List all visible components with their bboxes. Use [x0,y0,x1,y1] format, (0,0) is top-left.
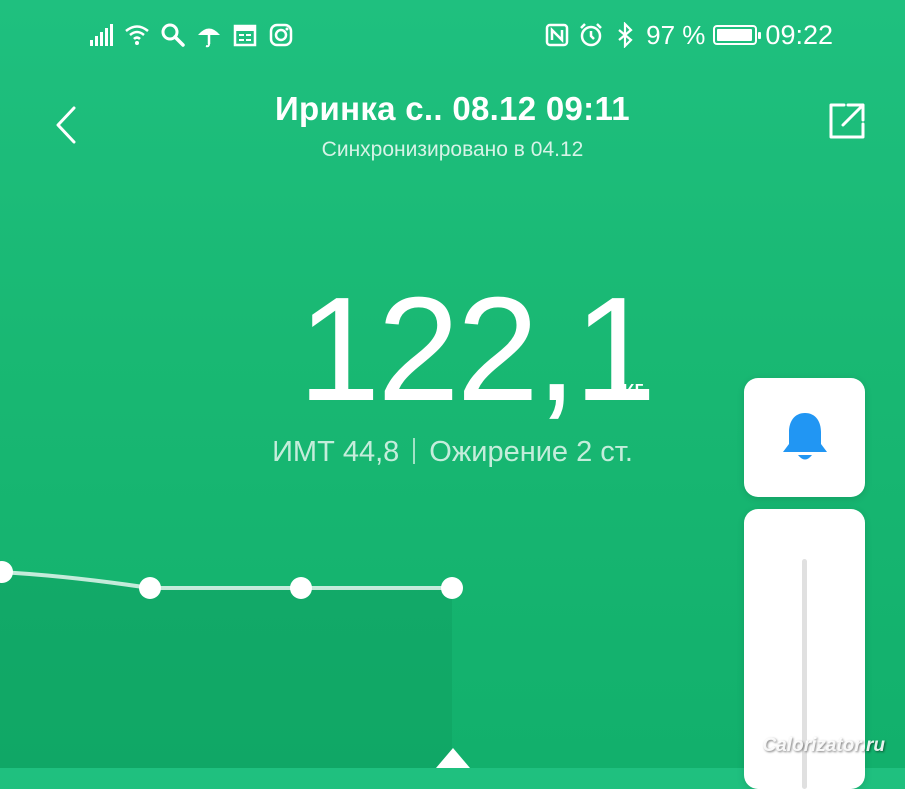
chart-point[interactable] [441,577,463,599]
calendar-icon [232,22,258,48]
weight-unit: кг [622,374,644,404]
share-icon [829,103,865,139]
battery-percent: 97 % [646,19,706,50]
bmi-separator [413,438,416,464]
search-icon [160,22,186,48]
bmi-value: ИМТ 44,8 [272,436,400,468]
chart-point[interactable] [290,577,312,599]
nfc-icon [544,22,570,48]
reminder-button[interactable] [744,378,865,497]
share-button[interactable] [826,100,868,142]
umbrella-icon [196,22,222,48]
battery-fill [717,29,753,41]
chart-point[interactable] [139,577,161,599]
watermark: Calorizator.ru [762,735,885,756]
instagram-icon [268,22,294,48]
clock: 09:22 [765,19,833,50]
alarm-icon [578,22,604,48]
status-right-icons: 97 % 09:22 [544,18,833,52]
weight-value: 122,1 [298,267,656,432]
bluetooth-icon [612,22,638,48]
selection-pointer [436,748,470,768]
wifi-icon [124,22,150,48]
status-left-icons [88,20,294,50]
signal-icon [88,22,114,48]
battery-icon [713,25,762,45]
sync-status: Синхронизировано в 04.12 [321,138,584,161]
bell-icon [783,413,827,460]
chart-area-fill [0,572,452,768]
page-title: Иринка с.. 08.12 09:11 [275,90,630,127]
obesity-category: Ожирение 2 ст. [429,436,633,468]
status-bar: 97 % 09:22 [0,0,905,70]
